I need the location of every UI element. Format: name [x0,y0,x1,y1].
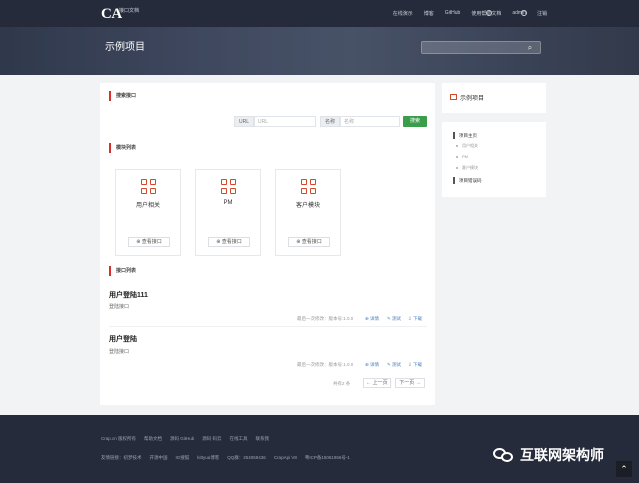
view-apis-button[interactable]: ⊕ 查看接口 [208,237,250,247]
sidebar-subitem-customer[interactable]: 客户模块 [462,165,478,171]
name-input[interactable]: 名称 [340,116,400,127]
api-description: 登陆接口 [109,304,130,310]
footer-contact-link[interactable]: 联系我 [256,436,270,442]
footer-github-link[interactable]: 源码 GitHub [170,436,194,442]
api-meta: 最后一次修改：版本号:1.0.0 [297,362,354,367]
footer-copyright: Crap.cn 版权所有 [101,436,137,441]
grid-icon [301,179,317,195]
next-page-button[interactable]: 下一页 → [395,378,425,388]
project-icon [450,94,457,100]
api-divider [109,326,427,327]
api-test-link[interactable]: ✎ 测试 [387,316,401,322]
footer-friend-label[interactable]: 友情链接：初梦技术 [101,455,142,461]
footer-icp[interactable]: 粤ICP备15061956号-1 [305,455,350,461]
watermark-text: 互联网架构师 [520,448,604,464]
module-name: PM [223,200,233,206]
footer-qq-group: QQ群：254059436 [227,455,266,460]
page-title: 示例项目 [105,42,145,53]
module-card-customer[interactable]: 客户模块 ⊕ 查看接口 [275,169,341,256]
nav-demo-link[interactable]: 在线演示 [393,10,413,17]
nav-blog-link[interactable]: 博客 [424,10,434,17]
api-detail-link[interactable]: ⊕ 详情 [365,362,379,368]
api-detail-link[interactable]: ⊕ 详情 [365,316,379,322]
api-download-link[interactable]: ⇩ 下载 [408,316,422,322]
api-meta: 最后一次修改：版本号:1.0.0 [297,316,354,321]
url-input[interactable]: URL [254,116,316,127]
module-name: 客户模块 [295,203,320,209]
user-icon [486,10,492,16]
module-card-user[interactable]: 用户相关 ⊕ 查看接口 [115,169,181,256]
api-download-link[interactable]: ⇩ 下载 [408,362,422,368]
search-icon[interactable]: ⌕ [525,43,535,52]
search-section-title: 搜索接口 [109,91,136,101]
footer-friend-link[interactable]: 开源中国 [150,455,168,461]
sidebar-project-title[interactable]: 示例项目 [460,93,484,102]
watermark: 互联网架构师 [493,445,604,465]
footer-friend-link[interactable]: kittyua博客 [197,455,219,461]
nav-github-link[interactable]: GitHub [445,10,461,17]
power-icon [521,10,527,16]
footer-version: CrapApi V8 [273,455,297,460]
bullet-icon [456,167,458,169]
footer-friend-links: 友情链接：初梦技术 开源中国 IG搜狐 kittyua博客 QQ群：254059… [101,455,350,461]
hero-search-input[interactable] [421,41,541,54]
view-apis-button[interactable]: ⊕ 查看接口 [128,237,170,247]
grid-icon [141,179,157,195]
logo-subtitle: 接口文档 [119,8,140,14]
view-apis-button[interactable]: ⊕ 查看接口 [288,237,330,247]
module-name: 用户相关 [135,203,160,209]
api-title[interactable]: 用户登陆 [109,334,137,344]
url-label: URL [234,116,254,127]
sidebar-subitem-user[interactable]: 用户相关 [462,143,478,149]
modules-section-title: 模块列表 [109,143,136,153]
bullet-icon [456,156,458,158]
sidebar-item-error-codes[interactable]: 项目错误码 [453,177,482,184]
name-label: 名称 [320,116,340,127]
apis-section-title: 接口列表 [109,266,136,276]
footer-gitee-link[interactable]: 源码 码云 [202,436,221,442]
wechat-icon [493,447,515,463]
sidebar-project-card [442,83,546,113]
back-to-top-button[interactable]: ⌃ [616,461,632,477]
api-test-link[interactable]: ✎ 测试 [387,362,401,368]
footer-tools-link[interactable]: 在线工具 [230,436,248,442]
api-title[interactable]: 用户登陆111 [109,290,148,300]
grid-icon [221,179,237,195]
search-button[interactable]: 搜索 [403,116,427,127]
hero-overlay [0,27,639,75]
sidebar-item-project-home[interactable]: 项目主页 [453,132,477,139]
sidebar-subitem-pm[interactable]: PM [462,154,468,159]
prev-page-button[interactable]: ← 上一页 [363,378,391,388]
api-description: 登陆接口 [109,349,130,355]
nav-logout-link[interactable]: 注销 [537,10,547,17]
footer-links: Crap.cn 版权所有 帮助文档 源码 GitHub 源码 码云 在线工具 联… [101,436,269,442]
module-card-pm[interactable]: PM ⊕ 查看接口 [195,169,261,256]
bullet-icon [456,145,458,147]
footer-friend-link[interactable]: IG搜狐 [176,455,190,461]
footer-help-link[interactable]: 帮助文档 [144,436,162,442]
pager-info: 共有2 条 [333,381,351,386]
